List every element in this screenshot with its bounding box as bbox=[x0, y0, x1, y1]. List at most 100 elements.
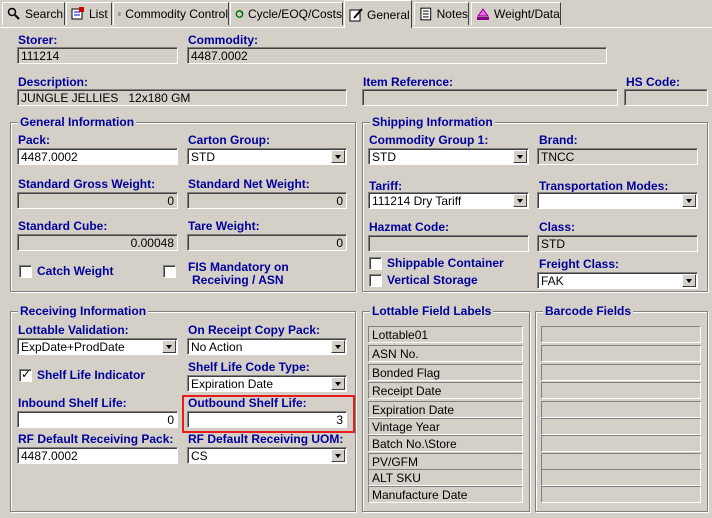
shippable-container-checkbox[interactable] bbox=[369, 257, 382, 270]
lottable-field-labels-title: Lottable Field Labels bbox=[370, 304, 494, 318]
freight-class-label: Freight Class: bbox=[539, 257, 620, 271]
lottable-field-label[interactable]: Expiration Date bbox=[368, 401, 523, 418]
general-information-title: General Information bbox=[18, 115, 137, 129]
freight-class-select[interactable]: FAK bbox=[537, 272, 698, 289]
lottable-field-label[interactable]: ASN No. bbox=[368, 345, 523, 362]
class-field[interactable]: STD bbox=[537, 235, 698, 252]
tab-commodity-control[interactable]: Commodity Control bbox=[113, 2, 229, 25]
inbound-shelf-life-field[interactable]: 0 bbox=[17, 411, 178, 428]
commodity-label: Commodity: bbox=[188, 33, 258, 47]
chevron-down-icon[interactable] bbox=[513, 150, 527, 163]
brand-label: Brand: bbox=[539, 133, 578, 147]
tab-list[interactable]: List bbox=[66, 2, 112, 25]
lottable-field-label[interactable]: Batch No.\Store bbox=[368, 435, 523, 452]
commodity-group-select[interactable]: STD bbox=[368, 148, 529, 165]
item-reference-label: Item Reference: bbox=[363, 75, 454, 89]
tariff-label: Tariff: bbox=[369, 179, 403, 193]
lottable-validation-select[interactable]: ExpDate+ProdDate bbox=[17, 338, 178, 355]
barcode-field[interactable] bbox=[541, 418, 701, 435]
commodity-group-label: Commodity Group 1: bbox=[369, 133, 489, 147]
chevron-down-icon[interactable] bbox=[682, 194, 696, 207]
tab-search[interactable]: Search bbox=[2, 2, 65, 25]
lottable-validation-value: ExpDate+ProdDate bbox=[21, 340, 125, 354]
gross-weight-label: Standard Gross Weight: bbox=[18, 177, 156, 191]
barcode-field[interactable] bbox=[541, 382, 701, 399]
chevron-down-icon[interactable] bbox=[331, 449, 345, 462]
tab-label: Cycle/EOQ/Costs bbox=[247, 7, 342, 21]
chevron-down-icon[interactable] bbox=[331, 150, 345, 163]
rf-uom-value: CS bbox=[191, 449, 208, 463]
barcode-field[interactable] bbox=[541, 401, 701, 418]
barcode-field[interactable] bbox=[541, 364, 701, 381]
brand-field[interactable]: TNCC bbox=[537, 148, 698, 165]
lottable-validation-label: Lottable Validation: bbox=[18, 323, 129, 337]
cube-label: Standard Cube: bbox=[18, 219, 108, 233]
storer-field[interactable]: 111214 bbox=[17, 47, 178, 64]
tab-label: List bbox=[89, 7, 108, 21]
shipping-information-title: Shipping Information bbox=[370, 115, 495, 129]
freight-class-value: FAK bbox=[541, 274, 564, 288]
barcode-field[interactable] bbox=[541, 486, 701, 503]
tab-cycle-eoq-costs[interactable]: Cycle/EOQ/Costs bbox=[230, 2, 343, 25]
tariff-value: 111214 Dry Tariff bbox=[372, 194, 462, 208]
chevron-down-icon[interactable] bbox=[331, 340, 345, 353]
net-weight-label: Standard Net Weight: bbox=[188, 177, 310, 191]
list-icon bbox=[71, 7, 84, 20]
chevron-down-icon[interactable] bbox=[513, 194, 527, 207]
highlight-box bbox=[182, 395, 355, 433]
shelf-life-code-label: Shelf Life Code Type: bbox=[188, 360, 310, 374]
hs-code-field[interactable] bbox=[624, 89, 708, 106]
shippable-container-label: Shippable Container bbox=[387, 256, 504, 270]
barcode-field[interactable] bbox=[541, 453, 701, 470]
commodity-control-icon bbox=[118, 12, 122, 16]
rf-pack-field[interactable]: 4487.0002 bbox=[17, 447, 178, 464]
notes-icon bbox=[420, 7, 432, 21]
tab-label: Weight/Data bbox=[494, 7, 560, 21]
tare-weight-label: Tare Weight: bbox=[188, 219, 260, 233]
receiving-information-title: Receiving Information bbox=[18, 304, 149, 318]
rf-uom-select[interactable]: CS bbox=[187, 447, 347, 464]
transportation-modes-select[interactable] bbox=[537, 192, 698, 209]
commodity-field[interactable]: 4487.0002 bbox=[187, 47, 607, 64]
copy-pack-select[interactable]: No Action bbox=[187, 338, 347, 355]
tare-weight-field[interactable]: 0 bbox=[187, 234, 347, 251]
cube-field[interactable]: 0.00048 bbox=[17, 234, 178, 251]
vertical-storage-checkbox[interactable] bbox=[369, 274, 382, 287]
lottable-field-label[interactable]: Vintage Year bbox=[368, 418, 523, 435]
lottable-field-label[interactable]: ALT SKU bbox=[368, 469, 523, 486]
barcode-field[interactable] bbox=[541, 435, 701, 452]
chevron-down-icon[interactable] bbox=[682, 274, 696, 287]
lottable-field-label[interactable]: PV/GFM bbox=[368, 453, 523, 470]
carton-group-select[interactable]: STD bbox=[187, 148, 347, 165]
tab-bar: Search List Commodity Control Cycle/EOQ/… bbox=[0, 0, 712, 28]
lottable-field-label[interactable]: Lottable01 bbox=[368, 326, 523, 343]
lottable-field-label[interactable]: Receipt Date bbox=[368, 382, 523, 399]
barcode-field[interactable] bbox=[541, 345, 701, 362]
transportation-modes-label: Transportation Modes: bbox=[539, 179, 669, 193]
item-reference-field[interactable] bbox=[362, 89, 618, 106]
chevron-down-icon[interactable] bbox=[162, 340, 176, 353]
tab-weight-data[interactable]: Weight/Data bbox=[471, 2, 561, 25]
fis-mandatory-checkbox[interactable] bbox=[163, 265, 176, 278]
gross-weight-field[interactable]: 0 bbox=[17, 192, 178, 209]
net-weight-field[interactable]: 0 bbox=[187, 192, 347, 209]
tab-general[interactable]: General bbox=[344, 0, 412, 28]
shelf-life-indicator-checkbox[interactable] bbox=[19, 367, 32, 382]
lottable-field-label[interactable]: Bonded Flag bbox=[368, 364, 523, 381]
tab-notes[interactable]: Notes bbox=[414, 2, 469, 25]
shelf-life-code-select[interactable]: Expiration Date bbox=[187, 375, 347, 392]
description-field[interactable]: JUNGLE JELLIES 12x180 GM bbox=[17, 89, 347, 106]
barcode-field[interactable] bbox=[541, 326, 701, 343]
copy-pack-value: No Action bbox=[191, 340, 243, 354]
tariff-select[interactable]: 111214 Dry Tariff bbox=[368, 192, 529, 209]
carton-group-label: Carton Group: bbox=[188, 133, 270, 147]
chevron-down-icon[interactable] bbox=[331, 377, 345, 390]
pack-field[interactable]: 4487.0002 bbox=[17, 148, 178, 165]
commodity-group-value: STD bbox=[372, 150, 396, 164]
catch-weight-checkbox[interactable] bbox=[19, 265, 32, 278]
tab-label: General bbox=[367, 7, 410, 22]
inbound-shelf-life-label: Inbound Shelf Life: bbox=[18, 396, 127, 410]
lottable-field-label[interactable]: Manufacture Date bbox=[368, 486, 523, 503]
barcode-field[interactable] bbox=[541, 469, 701, 486]
hazmat-code-field[interactable] bbox=[368, 235, 529, 252]
